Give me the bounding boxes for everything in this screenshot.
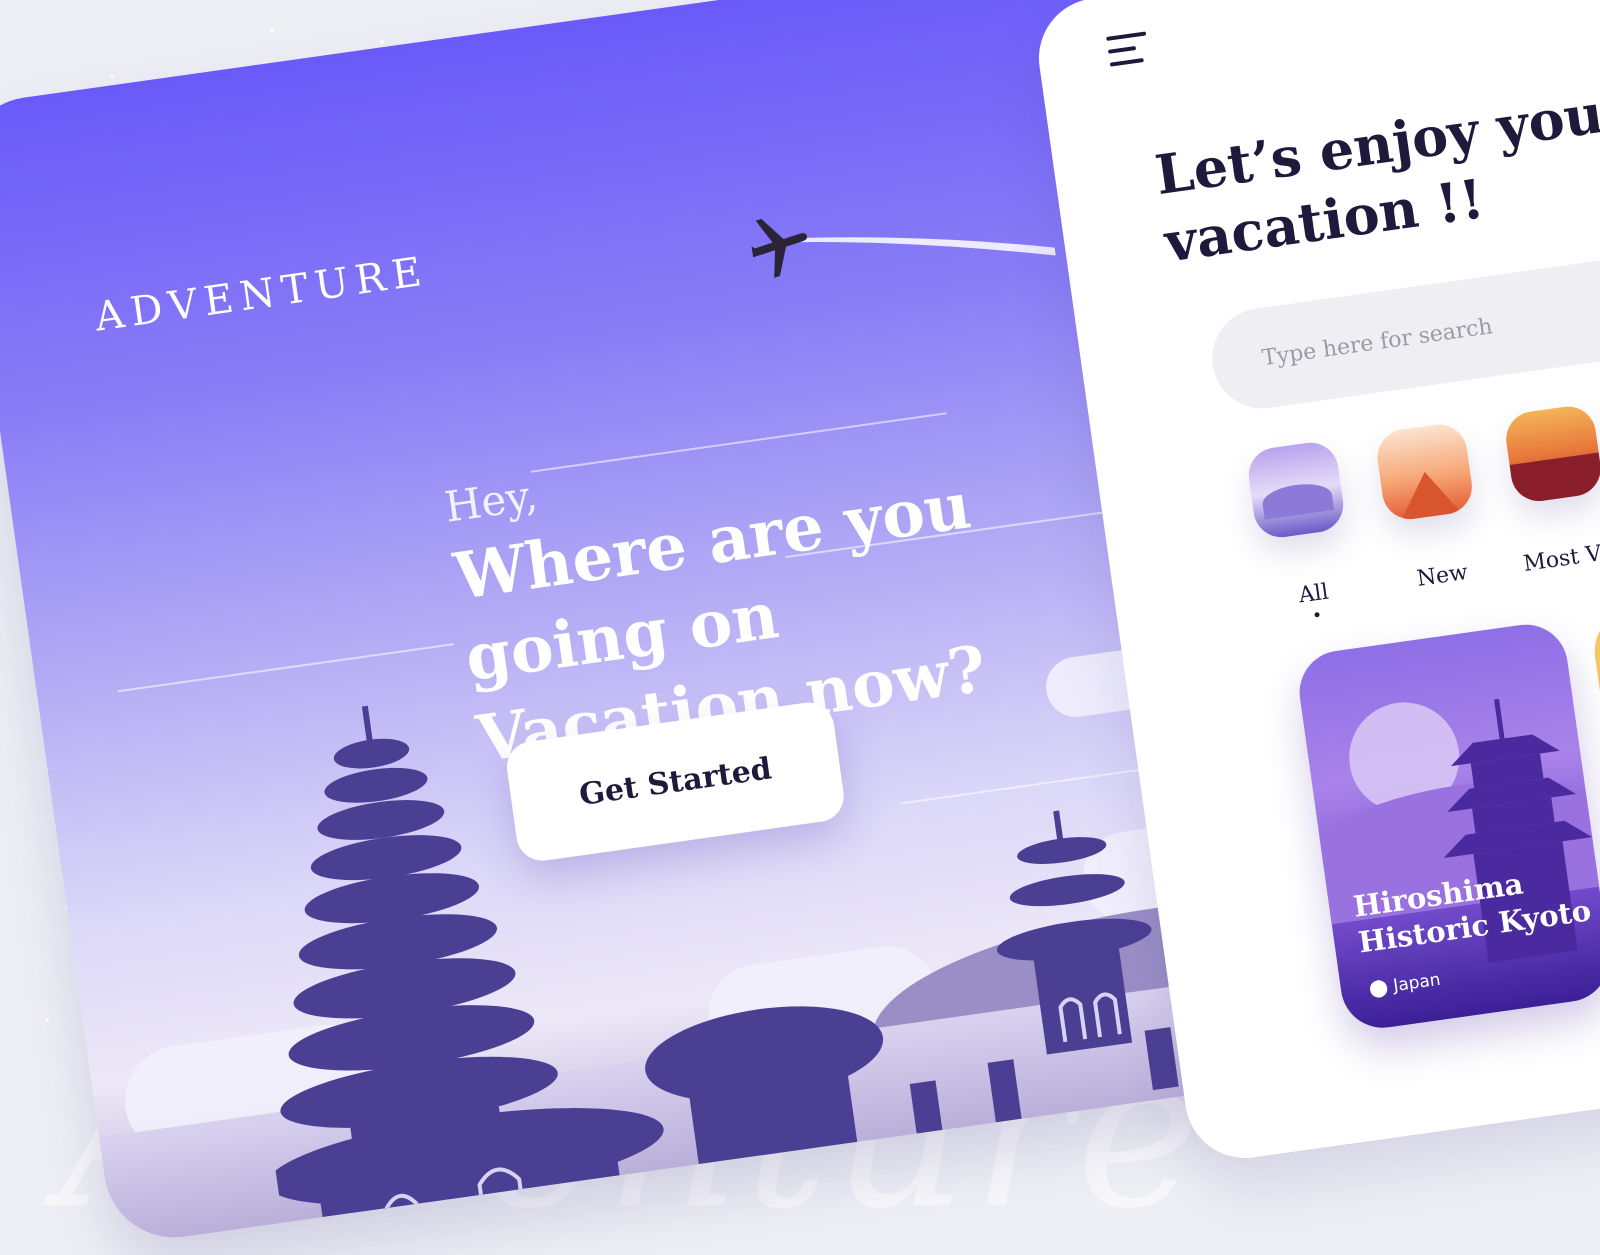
category-list: All New Most Viewd: [1245, 368, 1600, 669]
active-indicator: [1313, 611, 1320, 618]
menu-icon[interactable]: [1106, 31, 1157, 73]
category-new[interactable]: New: [1373, 420, 1492, 595]
sky-streak: [117, 643, 455, 693]
category-label: All: [1297, 579, 1331, 609]
airplane-icon: [746, 218, 1056, 278]
destination-card[interactable]: Hiroshima Historic Kyoto ⬤ Japan: [1294, 619, 1600, 1034]
destination-location: ⬤ Japan: [1368, 970, 1442, 1000]
background-dot: [45, 1018, 49, 1022]
page-title: Let’s enjoy your vacation !!: [1151, 76, 1600, 275]
location-pin-icon: ⬤: [1367, 977, 1390, 1000]
brand-logo: ADVENTURE: [91, 248, 432, 341]
category-label: Most Viewd: [1521, 533, 1600, 577]
category-most-viewed[interactable]: Most Viewd: [1502, 402, 1600, 577]
search-input[interactable]: [1205, 243, 1600, 415]
category-new-image: [1373, 421, 1476, 523]
greeting: Hey,: [441, 470, 541, 532]
category-label: New: [1415, 559, 1470, 592]
category-most-viewed-image: [1502, 402, 1600, 505]
category-all-image: [1245, 439, 1347, 541]
location-label: Japan: [1392, 969, 1442, 997]
sky-streak: [530, 412, 947, 473]
category-all[interactable]: All: [1245, 438, 1364, 624]
